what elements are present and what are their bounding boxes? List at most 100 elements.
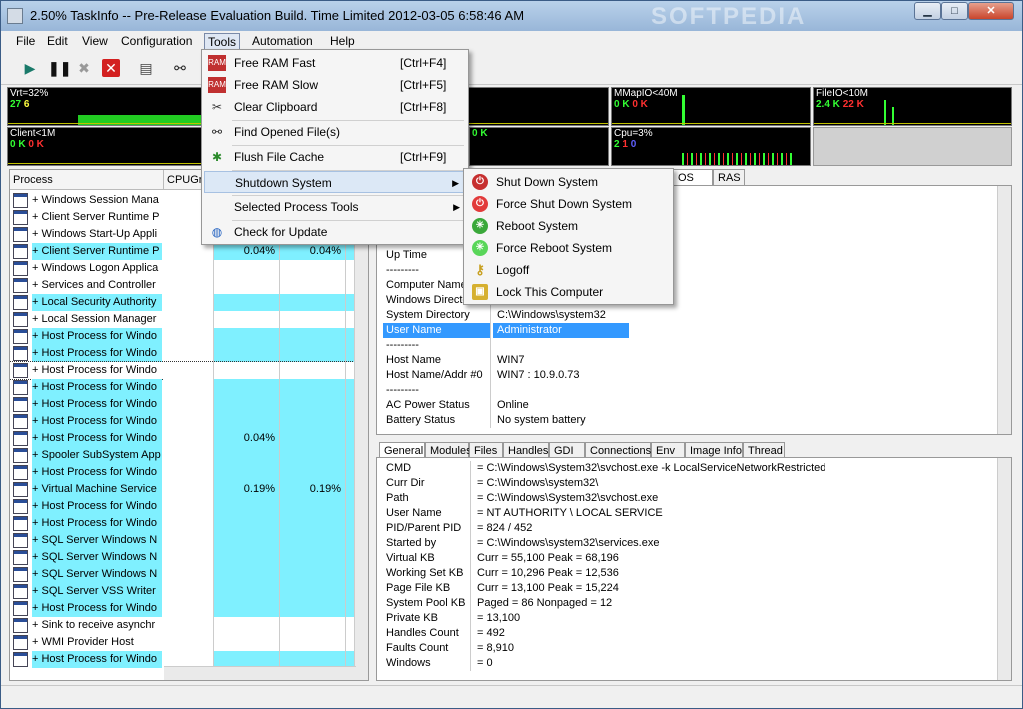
os-info-key: --------- <box>383 338 491 353</box>
process-row[interactable]: + Services and Controller <box>10 277 356 294</box>
minimize-button[interactable]: ▁ <box>914 2 941 20</box>
menu-item-label: Check for Update <box>234 225 328 239</box>
process-row[interactable]: + Host Process for Windo <box>10 361 357 380</box>
general-info-row[interactable]: Private KB = 13,100 <box>383 611 823 626</box>
close-button[interactable]: ✕ <box>968 2 1014 20</box>
maximize-button[interactable]: □ <box>941 2 968 20</box>
menu-item-label: Free RAM Slow <box>234 78 319 92</box>
tab-ras[interactable]: RAS <box>713 169 745 186</box>
ram-icon: RAM <box>208 77 226 93</box>
general-info-key: Virtual KB <box>383 551 471 566</box>
process-list-vscroll[interactable] <box>354 170 368 680</box>
process-row[interactable]: + Host Process for Windo <box>10 379 356 396</box>
stop-icon[interactable]: ✖ <box>75 59 93 77</box>
process-list-hscroll[interactable] <box>164 666 356 680</box>
clipboard-icon: ✂ <box>211 100 223 114</box>
os-info-row[interactable]: User Name Administrator <box>383 323 629 338</box>
process-row[interactable]: + Host Process for Windo <box>10 498 356 515</box>
process-icon <box>13 295 28 310</box>
process-icon <box>13 261 28 276</box>
process-icon <box>13 550 28 565</box>
menu-item-check-for-update[interactable]: ◍ Check for Update <box>204 221 466 243</box>
general-info-row[interactable]: Handles Count = 492 <box>383 626 823 641</box>
menu-help[interactable]: Help <box>327 33 358 49</box>
general-info-value: = C:\Windows\system32\ <box>477 477 599 489</box>
process-row[interactable]: + WMI Provider Host <box>10 634 356 651</box>
process-row[interactable]: + Host Process for Windo <box>10 515 356 532</box>
os-info-vscroll[interactable] <box>997 186 1011 434</box>
os-info-row[interactable]: --------- <box>383 383 629 398</box>
menu-item-force-shut-down[interactable]: ⏻ Force Shut Down System <box>466 193 671 215</box>
resume-icon[interactable]: ▶ <box>21 59 39 77</box>
general-info-row[interactable]: System Pool KB Paged = 86 Nonpaged = 12 <box>383 596 823 611</box>
process-list[interactable]: Process CPUGraph + Windows Session Mana+… <box>9 169 369 681</box>
properties-icon[interactable]: ▤ <box>137 59 155 77</box>
menu-item-clear-clipboard[interactable]: ✂ Clear Clipboard [Ctrl+F8] <box>204 96 466 118</box>
process-row[interactable]: + Sink to receive asynchr <box>10 617 356 634</box>
general-info-row[interactable]: CMD = C:\Windows\System32\svchost.exe -k … <box>383 461 825 476</box>
menu-item-logoff[interactable]: ⚷ Logoff <box>466 259 671 281</box>
process-row[interactable]: + Host Process for Windo <box>10 413 356 430</box>
binoculars-icon[interactable]: ⚯ <box>171 59 189 77</box>
general-info-row[interactable]: User Name = NT AUTHORITY \ LOCAL SERVICE <box>383 506 823 521</box>
menu-item-lock-computer[interactable]: ▣ Lock This Computer <box>466 281 671 303</box>
menu-edit[interactable]: Edit <box>44 33 71 49</box>
process-row[interactable]: + Local Security Authority <box>10 294 356 311</box>
os-info-row[interactable]: AC Power Status Online <box>383 398 629 413</box>
process-row[interactable]: + Host Process for Windo <box>10 600 356 617</box>
pause-icon[interactable]: ❚❚ <box>48 59 71 77</box>
menu-item-shut-down[interactable]: ⏻ Shut Down System <box>466 171 671 193</box>
os-info-row[interactable]: Host Name/Addr #0 WIN7 : 10.9.0.73 <box>383 368 629 383</box>
menu-configuration[interactable]: Configuration <box>118 33 195 49</box>
process-row[interactable]: + SQL Server Windows N <box>10 566 356 583</box>
general-info-row[interactable]: Working Set KB Curr = 10,296 Peak = 12,53… <box>383 566 823 581</box>
process-icon <box>13 516 28 531</box>
os-info-value: Online <box>497 399 529 411</box>
menu-file[interactable]: File <box>13 33 38 49</box>
process-cpu-2 <box>280 379 346 396</box>
general-info-row[interactable]: Path = C:\Windows\System32\svchost.exe <box>383 491 823 506</box>
general-info-row[interactable]: Windows = 0 <box>383 656 823 671</box>
process-cpu-1 <box>214 311 280 328</box>
process-row[interactable]: + SQL Server Windows N <box>10 549 356 566</box>
process-row[interactable]: + Host Process for Windo <box>10 328 356 345</box>
graph-mmapio-v2: 0 K <box>632 99 648 110</box>
process-row[interactable]: + SQL Server Windows N <box>10 532 356 549</box>
process-row[interactable]: + Spooler SubSystem App <box>10 447 356 464</box>
process-row[interactable]: + Host Process for Windo <box>10 464 356 481</box>
general-info-key: Curr Dir <box>383 476 471 491</box>
menu-automation[interactable]: Automation <box>249 33 316 49</box>
process-row[interactable]: + Local Session Manager <box>10 311 356 328</box>
column-header-process[interactable]: Process <box>10 170 164 190</box>
process-cpu-1 <box>214 277 280 294</box>
menu-item-free-ram-fast[interactable]: RAM Free RAM Fast [Ctrl+F4] <box>204 52 466 74</box>
menu-item-flush-file-cache[interactable]: ✱ Flush File Cache [Ctrl+F9] <box>204 146 466 168</box>
process-row[interactable]: + Host Process for Windo <box>10 396 356 413</box>
os-info-row[interactable]: Host Name WIN7 <box>383 353 629 368</box>
process-row[interactable]: + Virtual Machine Service 0.19% 0.19% <box>10 481 356 498</box>
process-row[interactable]: + Windows Logon Applica <box>10 260 356 277</box>
os-info-row[interactable]: Battery Status No system battery <box>383 413 629 428</box>
process-cpu-1: 0.19% <box>214 481 280 498</box>
menu-item-shutdown-system[interactable]: Shutdown System ▶ <box>204 171 466 193</box>
menu-item-selected-process-tools[interactable]: Selected Process Tools ▶ <box>204 196 466 218</box>
menu-item-reboot[interactable]: ✳ Reboot System <box>466 215 671 237</box>
menu-item-force-reboot[interactable]: ✳ Force Reboot System <box>466 237 671 259</box>
os-info-row[interactable]: --------- <box>383 338 629 353</box>
general-info-row[interactable]: PID/Parent PID = 824 / 452 <box>383 521 823 536</box>
process-row[interactable]: + Host Process for Windo <box>10 345 356 362</box>
menu-view[interactable]: View <box>79 33 111 49</box>
general-info-vscroll[interactable] <box>997 458 1011 680</box>
general-info-row[interactable]: Virtual KB Curr = 55,100 Peak = 68,196 <box>383 551 823 566</box>
general-info-row[interactable]: Curr Dir = C:\Windows\system32\ <box>383 476 823 491</box>
process-row[interactable]: + Client Server Runtime P 0.04% 0.04% <box>10 243 356 260</box>
general-info-row[interactable]: Page File KB Curr = 13,100 Peak = 15,224 <box>383 581 823 596</box>
general-info-row[interactable]: Started by = C:\Windows\system32\services… <box>383 536 823 551</box>
kill-icon[interactable]: ✕ <box>102 59 120 77</box>
os-info-row[interactable]: System Directory C:\Windows\system32 <box>383 308 629 323</box>
menu-item-find-opened-files[interactable]: ⚯ Find Opened File(s) <box>204 121 466 143</box>
process-row[interactable]: + SQL Server VSS Writer <box>10 583 356 600</box>
general-info-row[interactable]: Faults Count = 8,910 <box>383 641 823 656</box>
menu-item-free-ram-slow[interactable]: RAM Free RAM Slow [Ctrl+F5] <box>204 74 466 96</box>
process-row[interactable]: + Host Process for Windo 0.04% <box>10 430 356 447</box>
